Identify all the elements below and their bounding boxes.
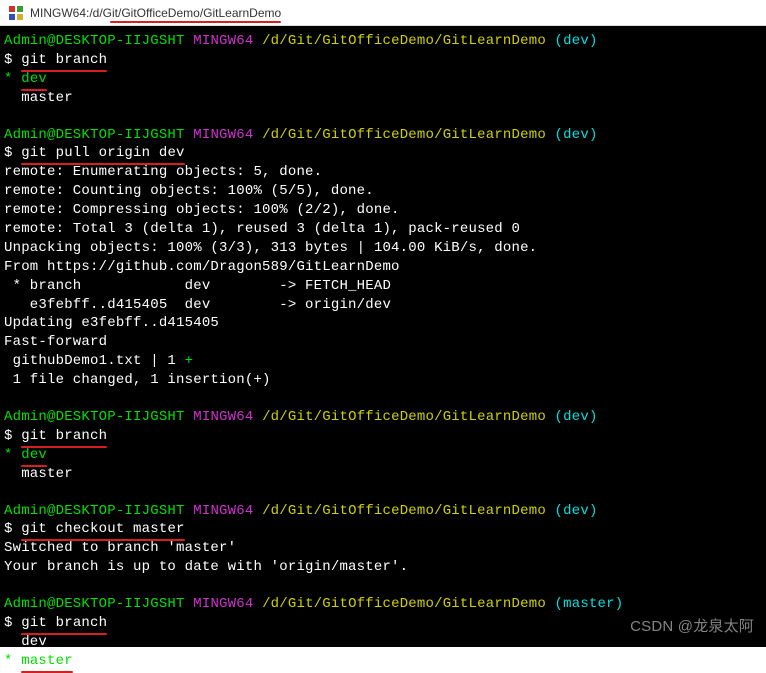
prompt-line: Admin@DESKTOP-IIJGSHT MINGW64 /d/Git/Git…: [4, 502, 762, 521]
output-line: 1 file changed, 1 insertion(+): [4, 371, 762, 390]
command-line: $ git checkout master: [4, 520, 762, 539]
output-line: Fast-forward: [4, 333, 762, 352]
window-title: MINGW64:/d/Git/GitOfficeDemo/GitLearnDem…: [30, 6, 281, 20]
watermark-text: CSDN @龙泉太阿: [630, 617, 754, 637]
output-line: From https://github.com/Dragon589/GitLea…: [4, 258, 762, 277]
terminal-area[interactable]: Admin@DESKTOP-IIJGSHT MINGW64 /d/Git/Git…: [0, 26, 766, 647]
output-line: remote: Compressing objects: 100% (2/2),…: [4, 201, 762, 220]
output-line: Switched to branch 'master': [4, 539, 762, 558]
output-line: * dev: [4, 446, 762, 465]
output-line: * master: [4, 652, 762, 671]
git-bash-icon: [8, 5, 24, 21]
cmd-git-pull: git pull origin dev: [21, 144, 184, 163]
cmd-git-branch: git branch: [21, 614, 107, 633]
output-line: Your branch is up to date with 'origin/m…: [4, 558, 762, 577]
command-line: $ git pull origin dev: [4, 144, 762, 163]
command-line: $ git branch: [4, 427, 762, 446]
output-line: * branch dev -> FETCH_HEAD: [4, 277, 762, 296]
cmd-git-checkout: git checkout master: [21, 520, 184, 539]
output-line: remote: Counting objects: 100% (5/5), do…: [4, 182, 762, 201]
output-line: master: [4, 465, 762, 484]
output-line: master: [4, 89, 762, 108]
cmd-git-branch: git branch: [21, 51, 107, 70]
output-line: remote: Enumerating objects: 5, done.: [4, 163, 762, 182]
prompt-line: Admin@DESKTOP-IIJGSHT MINGW64 /d/Git/Git…: [4, 595, 762, 614]
output-line: Updating e3febff..d415405: [4, 314, 762, 333]
output-line: githubDemo1.txt | 1 +: [4, 352, 762, 371]
output-line: Unpacking objects: 100% (3/3), 313 bytes…: [4, 239, 762, 258]
cmd-git-branch: git branch: [21, 427, 107, 446]
output-line: e3febff..d415405 dev -> origin/dev: [4, 296, 762, 315]
output-line: remote: Total 3 (delta 1), reused 3 (del…: [4, 220, 762, 239]
window-titlebar: MINGW64:/d/Git/GitOfficeDemo/GitLearnDem…: [0, 0, 766, 26]
prompt-line: Admin@DESKTOP-IIJGSHT MINGW64 /d/Git/Git…: [4, 126, 762, 145]
prompt-line: Admin@DESKTOP-IIJGSHT MINGW64 /d/Git/Git…: [4, 32, 762, 51]
command-line: $ git branch: [4, 51, 762, 70]
output-line: * dev: [4, 70, 762, 89]
prompt-line: Admin@DESKTOP-IIJGSHT MINGW64 /d/Git/Git…: [4, 408, 762, 427]
